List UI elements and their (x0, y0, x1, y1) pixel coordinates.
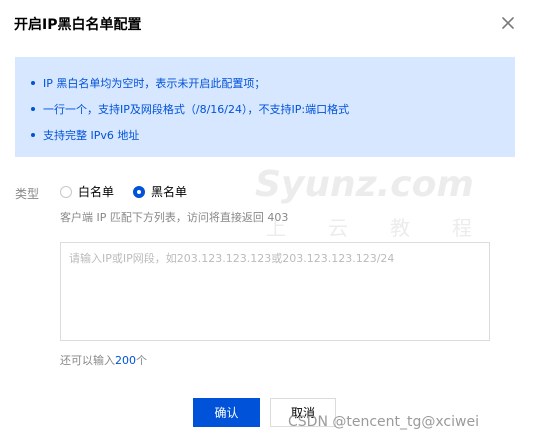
confirm-button[interactable]: 确认 (193, 398, 260, 427)
bullet-dot (31, 81, 35, 85)
radio-blacklist[interactable]: 黑名单 (133, 183, 187, 200)
dialog-title: 开启IP黑白名单配置 (14, 17, 142, 33)
notice-item: 支持完整 IPv6 地址 (31, 127, 139, 143)
type-label: 类型 (15, 187, 40, 201)
notice-box: IP 黑白名单均为空时，表示未开启此配置项； 一行一个，支持IP及网段格式（/8… (15, 57, 515, 157)
notice-item: 一行一个，支持IP及网段格式（/8/16/24），不支持IP:端口格式 (31, 101, 349, 117)
site-watermark-subtitle: 上云教程 (266, 216, 514, 240)
close-button[interactable] (500, 15, 516, 31)
bullet-dot (31, 107, 35, 111)
notice-item: IP 黑白名单均为空时，表示未开启此配置项； (31, 75, 265, 91)
remaining-count: 还可以输入200个 (60, 354, 147, 367)
bullet-dot (31, 133, 35, 137)
radio-circle-unchecked (60, 185, 72, 198)
close-icon (502, 17, 514, 29)
ip-list-input[interactable] (60, 242, 490, 341)
cancel-button[interactable]: 取消 (270, 398, 336, 427)
radio-whitelist[interactable]: 白名单 (60, 183, 114, 200)
remaining-number: 200 (115, 354, 136, 367)
site-watermark: Syunz.com (255, 164, 474, 205)
radio-circle-checked (133, 185, 145, 198)
type-hint: 客户端 IP 匹配下方列表，访问将直接返回 403 (60, 211, 289, 224)
ip-blacklist-dialog: 开启IP黑白名单配置 IP 黑白名单均为空时，表示未开启此配置项； 一行一个，支… (0, 0, 533, 443)
